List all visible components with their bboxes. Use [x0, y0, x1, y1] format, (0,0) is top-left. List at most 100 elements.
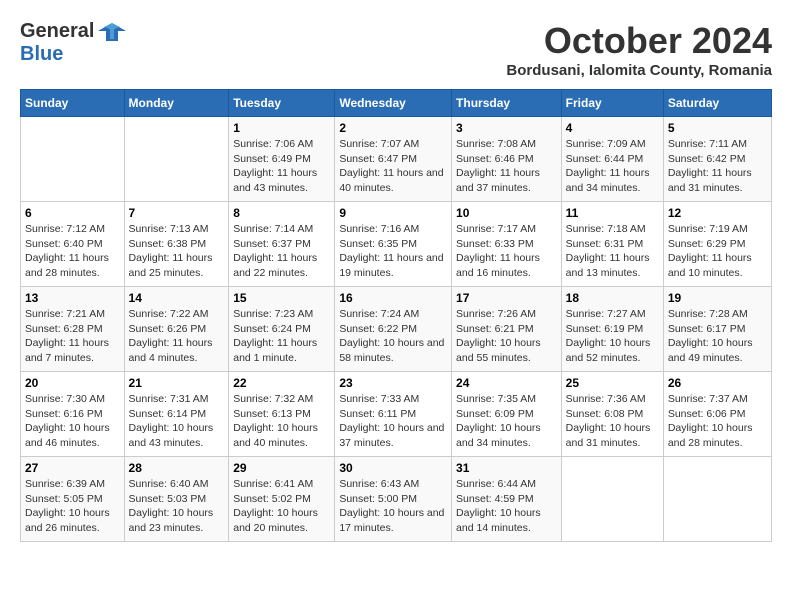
- calendar-cell: 7 Sunrise: 7:13 AM Sunset: 6:38 PM Daylig…: [124, 202, 229, 287]
- day-number: 31: [456, 461, 557, 475]
- calendar-cell: 10Sunrise: 7:17 AM Sunset: 6:33 PM Dayli…: [452, 202, 562, 287]
- day-number: 7: [129, 206, 225, 220]
- calendar-cell: 19 Sunrise: 7:28 AM Sunset: 6:17 PM Dayli…: [663, 287, 771, 372]
- weekday-header-sunday: Sunday: [21, 90, 125, 117]
- day-number: 2: [339, 121, 447, 135]
- calendar-week-row: 20Sunrise: 7:30 AM Sunset: 6:16 PM Dayli…: [21, 372, 772, 457]
- calendar-cell: 24 Sunrise: 7:35 AM Sunset: 6:09 PM Dayli…: [452, 372, 562, 457]
- calendar-cell: 15Sunrise: 7:23 AM Sunset: 6:24 PM Dayli…: [229, 287, 335, 372]
- calendar-cell: 30 Sunrise: 6:43 AM Sunset: 5:00 PM Dayli…: [335, 457, 452, 542]
- calendar-week-row: 13 Sunrise: 7:21 AM Sunset: 6:28 PM Dayli…: [21, 287, 772, 372]
- day-info: Sunrise: 6:43 AM Sunset: 5:00 PM Dayligh…: [339, 477, 447, 536]
- calendar-week-row: 6 Sunrise: 7:12 AM Sunset: 6:40 PM Daylig…: [21, 202, 772, 287]
- day-info: Sunrise: 7:11 AM Sunset: 6:42 PM Dayligh…: [668, 137, 767, 196]
- calendar-cell: 26Sunrise: 7:37 AM Sunset: 6:06 PM Dayli…: [663, 372, 771, 457]
- day-number: 10: [456, 206, 557, 220]
- weekday-header-tuesday: Tuesday: [229, 90, 335, 117]
- day-number: 30: [339, 461, 447, 475]
- calendar-cell: [561, 457, 663, 542]
- calendar-cell: 5 Sunrise: 7:11 AM Sunset: 6:42 PM Daylig…: [663, 117, 771, 202]
- calendar-cell: [21, 117, 125, 202]
- day-info: Sunrise: 7:19 AM Sunset: 6:29 PM Dayligh…: [668, 222, 767, 281]
- title-block: October 2024 Bordusani, Ialomita County,…: [506, 20, 772, 79]
- logo-general: General: [20, 20, 94, 43]
- day-info: Sunrise: 7:35 AM Sunset: 6:09 PM Dayligh…: [456, 392, 557, 451]
- calendar-week-row: 27 Sunrise: 6:39 AM Sunset: 5:05 PM Dayli…: [21, 457, 772, 542]
- day-number: 13: [25, 291, 120, 305]
- calendar-cell: 12Sunrise: 7:19 AM Sunset: 6:29 PM Dayli…: [663, 202, 771, 287]
- day-number: 6: [25, 206, 120, 220]
- day-info: Sunrise: 7:24 AM Sunset: 6:22 PM Dayligh…: [339, 307, 447, 366]
- day-number: 26: [668, 376, 767, 390]
- day-info: Sunrise: 7:12 AM Sunset: 6:40 PM Dayligh…: [25, 222, 120, 281]
- day-info: Sunrise: 7:13 AM Sunset: 6:38 PM Dayligh…: [129, 222, 225, 281]
- location: Bordusani, Ialomita County, Romania: [506, 62, 772, 79]
- calendar-cell: [124, 117, 229, 202]
- calendar-cell: 6 Sunrise: 7:12 AM Sunset: 6:40 PM Daylig…: [21, 202, 125, 287]
- day-info: Sunrise: 7:33 AM Sunset: 6:11 PM Dayligh…: [339, 392, 447, 451]
- day-number: 19: [668, 291, 767, 305]
- calendar-body: 1 Sunrise: 7:06 AM Sunset: 6:49 PM Daylig…: [21, 117, 772, 542]
- month-title: October 2024: [506, 20, 772, 62]
- day-number: 16: [339, 291, 447, 305]
- day-number: 23: [339, 376, 447, 390]
- day-info: Sunrise: 6:39 AM Sunset: 5:05 PM Dayligh…: [25, 477, 120, 536]
- day-number: 27: [25, 461, 120, 475]
- day-number: 1: [233, 121, 330, 135]
- logo: General Blue: [20, 20, 126, 66]
- calendar-cell: 1 Sunrise: 7:06 AM Sunset: 6:49 PM Daylig…: [229, 117, 335, 202]
- calendar-cell: 23 Sunrise: 7:33 AM Sunset: 6:11 PM Dayli…: [335, 372, 452, 457]
- day-info: Sunrise: 7:18 AM Sunset: 6:31 PM Dayligh…: [566, 222, 659, 281]
- page-header: General Blue October 2024 Bordusani, Ial…: [20, 20, 772, 79]
- calendar-cell: 2 Sunrise: 7:07 AM Sunset: 6:47 PM Daylig…: [335, 117, 452, 202]
- day-number: 25: [566, 376, 659, 390]
- day-number: 17: [456, 291, 557, 305]
- day-number: 29: [233, 461, 330, 475]
- day-info: Sunrise: 7:07 AM Sunset: 6:47 PM Dayligh…: [339, 137, 447, 196]
- weekday-header-monday: Monday: [124, 90, 229, 117]
- weekday-header-wednesday: Wednesday: [335, 90, 452, 117]
- calendar-cell: 21 Sunrise: 7:31 AM Sunset: 6:14 PM Dayli…: [124, 372, 229, 457]
- day-number: 21: [129, 376, 225, 390]
- day-number: 3: [456, 121, 557, 135]
- day-number: 22: [233, 376, 330, 390]
- calendar-cell: 20Sunrise: 7:30 AM Sunset: 6:16 PM Dayli…: [21, 372, 125, 457]
- day-info: Sunrise: 6:41 AM Sunset: 5:02 PM Dayligh…: [233, 477, 330, 536]
- weekday-header-friday: Friday: [561, 90, 663, 117]
- calendar-cell: 4Sunrise: 7:09 AM Sunset: 6:44 PM Daylig…: [561, 117, 663, 202]
- calendar-cell: [663, 457, 771, 542]
- day-number: 18: [566, 291, 659, 305]
- day-number: 11: [566, 206, 659, 220]
- day-number: 15: [233, 291, 330, 305]
- day-number: 9: [339, 206, 447, 220]
- calendar-cell: 29 Sunrise: 6:41 AM Sunset: 5:02 PM Dayli…: [229, 457, 335, 542]
- day-number: 5: [668, 121, 767, 135]
- day-number: 24: [456, 376, 557, 390]
- day-number: 8: [233, 206, 330, 220]
- logo-bird-icon: [98, 21, 126, 43]
- calendar-table: SundayMondayTuesdayWednesdayThursdayFrid…: [20, 89, 772, 542]
- logo-blue: Blue: [20, 43, 63, 65]
- day-number: 28: [129, 461, 225, 475]
- calendar-cell: 31Sunrise: 6:44 AM Sunset: 4:59 PM Dayli…: [452, 457, 562, 542]
- day-info: Sunrise: 7:36 AM Sunset: 6:08 PM Dayligh…: [566, 392, 659, 451]
- calendar-cell: 8 Sunrise: 7:14 AM Sunset: 6:37 PM Daylig…: [229, 202, 335, 287]
- calendar-cell: 22 Sunrise: 7:32 AM Sunset: 6:13 PM Dayli…: [229, 372, 335, 457]
- day-info: Sunrise: 7:32 AM Sunset: 6:13 PM Dayligh…: [233, 392, 330, 451]
- day-info: Sunrise: 7:31 AM Sunset: 6:14 PM Dayligh…: [129, 392, 225, 451]
- day-number: 4: [566, 121, 659, 135]
- calendar-cell: 9Sunrise: 7:16 AM Sunset: 6:35 PM Daylig…: [335, 202, 452, 287]
- day-info: Sunrise: 6:40 AM Sunset: 5:03 PM Dayligh…: [129, 477, 225, 536]
- calendar-cell: 13 Sunrise: 7:21 AM Sunset: 6:28 PM Dayli…: [21, 287, 125, 372]
- day-info: Sunrise: 7:27 AM Sunset: 6:19 PM Dayligh…: [566, 307, 659, 366]
- day-info: Sunrise: 7:28 AM Sunset: 6:17 PM Dayligh…: [668, 307, 767, 366]
- calendar-week-row: 1 Sunrise: 7:06 AM Sunset: 6:49 PM Daylig…: [21, 117, 772, 202]
- day-info: Sunrise: 7:06 AM Sunset: 6:49 PM Dayligh…: [233, 137, 330, 196]
- day-info: Sunrise: 7:26 AM Sunset: 6:21 PM Dayligh…: [456, 307, 557, 366]
- day-info: Sunrise: 7:14 AM Sunset: 6:37 PM Dayligh…: [233, 222, 330, 281]
- day-info: Sunrise: 7:22 AM Sunset: 6:26 PM Dayligh…: [129, 307, 225, 366]
- day-info: Sunrise: 7:21 AM Sunset: 6:28 PM Dayligh…: [25, 307, 120, 366]
- weekday-header-row: SundayMondayTuesdayWednesdayThursdayFrid…: [21, 90, 772, 117]
- calendar-header: SundayMondayTuesdayWednesdayThursdayFrid…: [21, 90, 772, 117]
- calendar-cell: 27 Sunrise: 6:39 AM Sunset: 5:05 PM Dayli…: [21, 457, 125, 542]
